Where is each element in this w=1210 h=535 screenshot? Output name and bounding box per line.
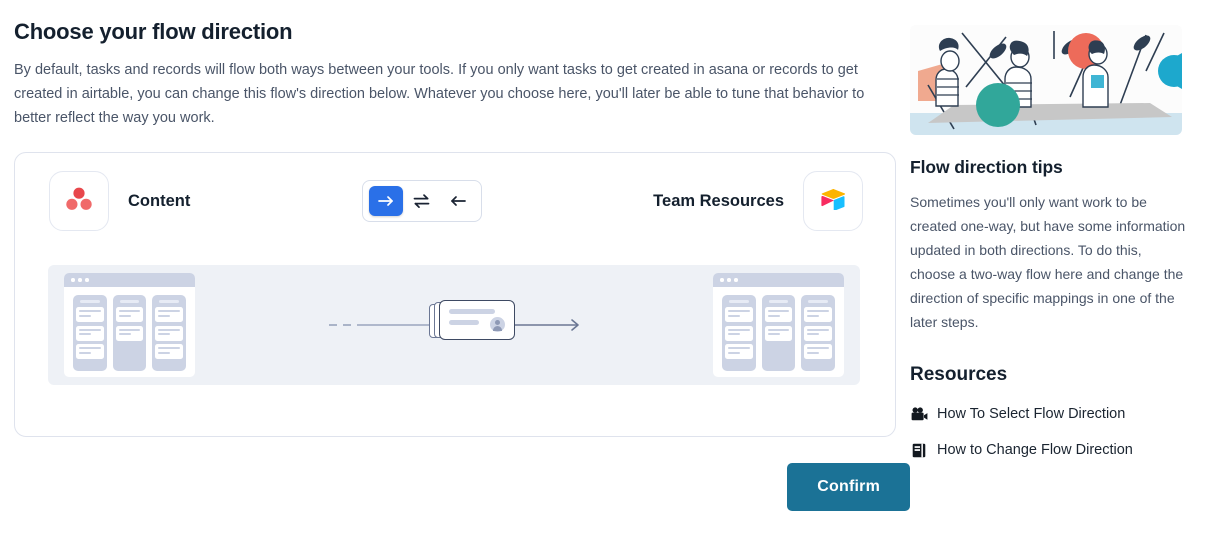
board-column <box>761 295 796 371</box>
resource-link-label: How To Select Flow Direction <box>937 406 1126 422</box>
arrow-right-icon <box>377 193 395 209</box>
target-app-name: Team Resources <box>653 191 785 210</box>
board-column <box>722 295 756 371</box>
asana-logo-icon <box>66 187 92 216</box>
board-card <box>804 344 833 359</box>
direction-toggle-group[interactable] <box>361 180 482 222</box>
direction-forward-button[interactable] <box>368 186 403 216</box>
resources-title: Resources <box>910 364 1008 385</box>
tips-title: Flow direction tips <box>910 157 1063 177</box>
flow-illustration-panel <box>48 265 860 385</box>
resource-link-label: How to Change Flow Direction <box>937 442 1133 458</box>
video-camera-icon <box>910 407 928 421</box>
confirm-row: Confirm <box>14 463 910 511</box>
airtable-logo-icon <box>820 188 846 215</box>
board-card <box>725 325 753 341</box>
source-app-tile <box>49 171 109 231</box>
record-line <box>449 320 479 325</box>
window-dot <box>720 278 724 282</box>
arrow-left-icon <box>449 193 467 209</box>
board-card <box>804 325 833 341</box>
people-rowing-boat-illustration <box>910 25 1182 135</box>
tips-body: Sometimes you'll only want work to be cr… <box>910 194 1186 330</box>
hero-illustration <box>910 25 1182 135</box>
browser-titlebar-right <box>713 273 844 287</box>
resource-link-change-flow-direction[interactable]: How to Change Flow Direction <box>910 442 1196 458</box>
resource-link-select-flow-direction[interactable]: How To Select Flow Direction <box>910 406 1196 422</box>
target-browser-mockup <box>713 273 844 377</box>
board-card <box>725 307 753 322</box>
avatar <box>490 317 505 332</box>
board-card <box>804 307 833 322</box>
confirm-button[interactable]: Confirm <box>787 463 910 511</box>
book-icon <box>910 443 928 458</box>
column-header <box>768 300 789 303</box>
board-card <box>764 307 793 322</box>
column-header <box>729 300 749 303</box>
direction-reverse-button[interactable] <box>441 186 475 216</box>
arrows-bidirectional-icon <box>412 193 431 209</box>
page-title: Choose your flow direction <box>14 19 293 44</box>
flow-selector-row: Content Team Resources <box>15 153 895 249</box>
window-dot <box>734 278 738 282</box>
main-content: Choose your flow direction By default, t… <box>0 0 910 535</box>
flow-direction-page: Choose your flow direction By default, t… <box>0 0 1210 535</box>
board-card <box>764 325 793 341</box>
column-header <box>808 300 829 303</box>
board-card <box>725 344 753 359</box>
board-column <box>801 295 836 371</box>
sidebar: Flow direction tips Sometimes you'll onl… <box>910 0 1210 535</box>
record-line <box>449 309 495 314</box>
target-app-tile <box>803 171 864 231</box>
direction-two-way-button[interactable] <box>405 186 439 216</box>
flow-direction-card: Content Team Resources <box>14 152 896 437</box>
window-dot <box>727 278 731 282</box>
source-app-name: Content <box>128 191 191 210</box>
board-columns-right <box>713 287 844 377</box>
page-description: By default, tasks and records will flow … <box>14 62 865 126</box>
record-card-front <box>439 300 515 340</box>
